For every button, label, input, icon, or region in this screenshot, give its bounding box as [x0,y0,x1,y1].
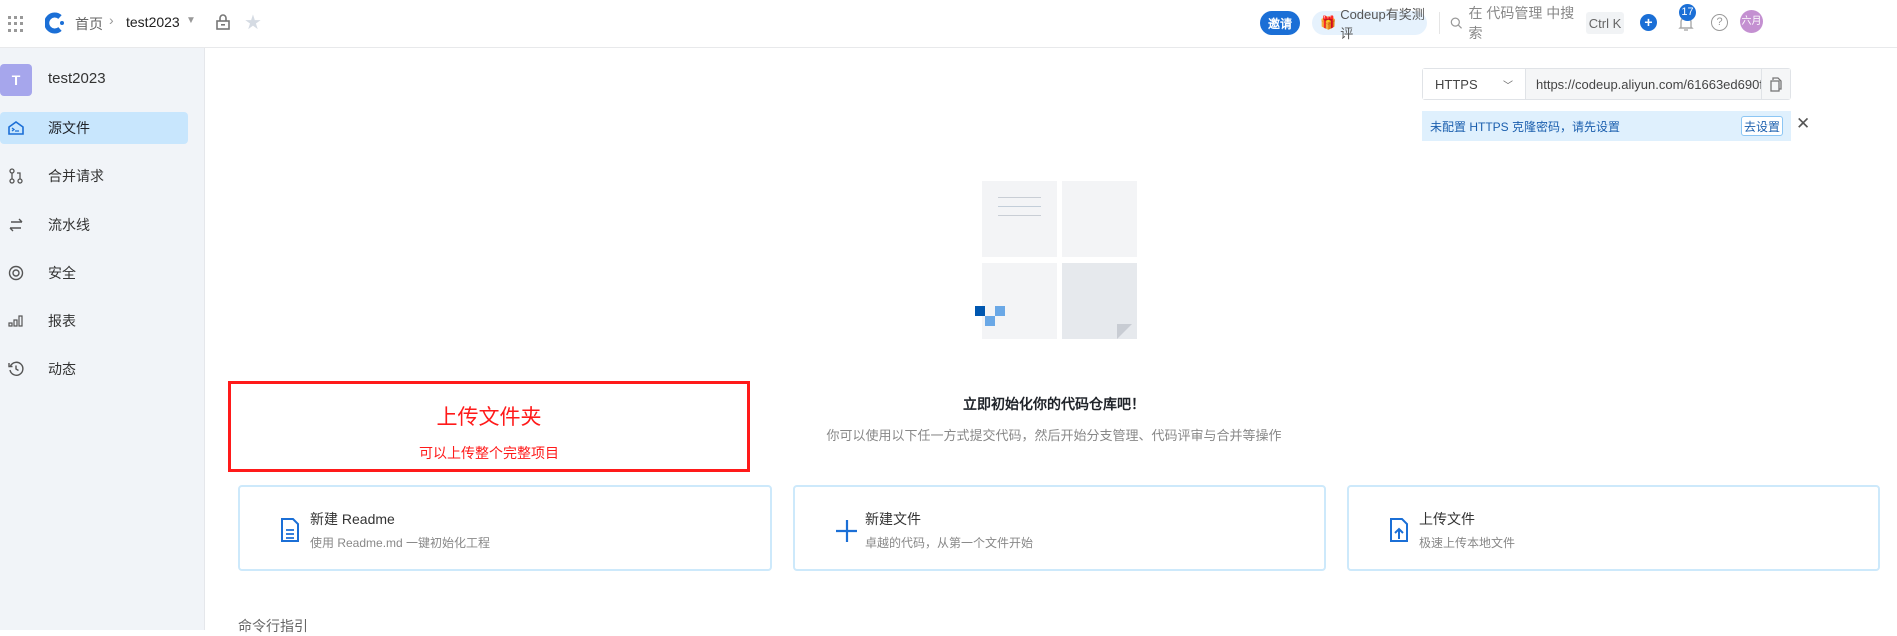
copy-button[interactable] [1761,69,1790,99]
upload-file-card[interactable]: 上传文件 极速上传本地文件 [1347,485,1880,571]
clone-url-group: HTTPS ﹀ https://codeup.aliyun.com/61663ed… [1422,68,1791,100]
empty-subtitle: 你可以使用以下任一方式提交代码，然后开始分支管理、代码评审与合并等操作 [826,428,1282,443]
merge-request-icon [8,168,24,184]
sidebar-item-label: 安全 [48,265,76,281]
chevron-down-icon: ﹀ [1503,80,1513,92]
card-title: 新建 Readme [310,511,395,527]
sidebar-item-label: 流水线 [48,217,90,233]
empty-repo-illustration [975,181,1137,341]
star-icon[interactable]: ★ [244,10,262,35]
search-placeholder: 在 代码管理 中搜索 [1468,5,1575,41]
protocol-value: HTTPS [1435,76,1478,92]
sidebar-item-label: 动态 [48,361,76,377]
sidebar-item-reports[interactable]: 报表 [0,305,188,337]
notice-text: 未配置 HTTPS 克隆密码，请先设置 [1430,119,1621,134]
avatar-label: 六月 [1741,16,1762,27]
empty-title: 立即初始化你的代码仓库吧！ [963,396,1145,412]
new-readme-card[interactable]: 新建 Readme 使用 Readme.md 一键初始化工程 [238,485,772,571]
annotation-title: 上传文件夹 [436,406,542,429]
card-desc: 使用 Readme.md 一键初始化工程 [310,536,491,550]
pipeline-icon [8,217,24,233]
repo-dropdown-icon[interactable]: ▼ [186,15,196,26]
sidebar: T test2023 源文件 合并请求 流水线 安全 报表 动态 [0,48,205,630]
protocol-select[interactable]: HTTPS ﹀ [1423,69,1525,99]
lock-icon[interactable] [216,14,230,30]
upload-file-icon [1390,518,1408,542]
card-desc: 极速上传本地文件 [1419,536,1516,550]
breadcrumb-home[interactable]: 首页 [75,14,103,34]
sidebar-item-activity[interactable]: 动态 [0,353,188,385]
bar-chart-icon [8,313,24,329]
close-notice-icon[interactable]: ✕ [1796,114,1810,134]
notification-count: 17 [1681,6,1694,18]
sidebar-item-label: 源文件 [48,120,90,136]
search-input[interactable]: 在 代码管理 中搜索 [1450,5,1575,41]
promo-label: Codeup有奖测评 [1340,7,1425,41]
project-avatar: T [0,64,32,96]
project-name[interactable]: test2023 [48,70,106,87]
notification-badge: 17 [1679,4,1696,21]
copy-icon [1770,76,1782,92]
invite-label: 邀请 [1267,16,1292,31]
sidebar-item-merge-requests[interactable]: 合并请求 [0,160,188,192]
shortcut-hint: Ctrl K [1586,12,1624,34]
document-icon [281,518,299,542]
sidebar-item-source[interactable]: 源文件 [0,112,188,144]
gift-icon: 🎁 [1320,15,1337,30]
new-file-card[interactable]: 新建文件 卓越的代码，从第一个文件开始 [793,485,1326,571]
sidebar-item-label: 报表 [48,313,76,329]
sidebar-item-security[interactable]: 安全 [0,257,188,289]
divider [1439,12,1440,34]
sidebar-item-label: 合并请求 [48,168,104,184]
breadcrumb-separator-icon: › [109,12,114,28]
promo-button[interactable]: 🎁 Codeup有奖测评 [1312,7,1427,41]
https-password-notice: 未配置 HTTPS 克隆密码，请先设置 去设置 [1422,111,1791,141]
shortcut-label: Ctrl K [1588,15,1622,31]
card-title: 新建文件 [865,511,921,527]
card-title: 上传文件 [1419,511,1475,527]
card-desc: 卓越的代码，从第一个文件开始 [865,536,1034,550]
project-initial: T [11,72,21,88]
user-avatar[interactable]: 六月 [1740,10,1763,33]
clone-url-value: https://codeup.aliyun.com/61663ed690f3ca… [1536,76,1761,92]
clone-url-input[interactable]: https://codeup.aliyun.com/61663ed690f3ca… [1525,69,1761,99]
go-settings-button[interactable]: 去设置 [1741,116,1783,136]
go-settings-label: 去设置 [1743,119,1780,134]
sidebar-item-pipeline[interactable]: 流水线 [0,209,188,241]
help-icon[interactable]: ? [1711,14,1728,31]
search-icon [1450,17,1463,29]
codeup-logo-icon[interactable] [45,12,65,34]
history-icon [8,361,24,377]
source-code-icon [8,120,24,136]
invite-button[interactable]: 邀请 [1260,11,1300,35]
plus-icon [836,520,857,542]
annotation-subtitle: 可以上传整个完整项目 [419,445,559,461]
app-grid-icon[interactable] [8,16,24,32]
upload-folder-annotation: 上传文件夹 可以上传整个完整项目 [228,381,750,472]
breadcrumb-repo[interactable]: test2023 [126,14,180,30]
top-bar: 首页 › test2023 ▼ ★ 邀请 🎁 Codeup有奖测评 在 代码管理 … [0,0,1897,48]
cli-guide-title: 命令行指引 [238,618,308,634]
create-plus-icon[interactable]: + [1640,14,1657,31]
security-icon [8,265,24,281]
